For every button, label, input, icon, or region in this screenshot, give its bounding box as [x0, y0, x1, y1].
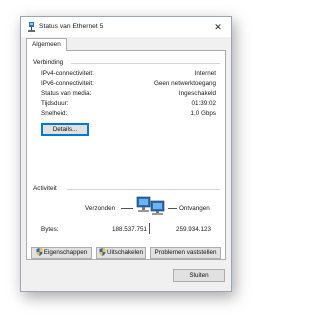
sent-label: Verzonden [85, 205, 116, 212]
speed-label: Snelheid: [41, 110, 68, 117]
ethernet-icon [28, 22, 35, 32]
bytes-received-value: 259.934.123 [175, 226, 211, 233]
activity-group-divider [67, 189, 220, 190]
sent-dash [121, 208, 133, 209]
media-status-value: Ingeschakeld [178, 90, 216, 97]
bytes-sent-value: 188.537.751 [111, 226, 147, 233]
bytes-separator [149, 223, 150, 234]
activity-group-title: Activiteit [33, 185, 57, 192]
window-title: Status van Ethernet 5 [39, 23, 104, 30]
diagnose-button[interactable]: Problemen vaststellen [150, 247, 221, 259]
close-icon: ✕ [214, 22, 222, 32]
bytes-label: Bytes: [41, 226, 59, 233]
media-status-label: Status van media: [41, 90, 92, 97]
speed-value: 1,0 Gbps [190, 110, 216, 117]
network-computers-icon [136, 196, 165, 215]
ipv4-label: IPv4-connectiviteit: [41, 70, 94, 77]
properties-button[interactable]: Eigenschappen [31, 247, 92, 259]
properties-label: Eigenschappen [43, 249, 88, 256]
title-bar[interactable]: Status van Ethernet 5 ✕ [21, 17, 231, 37]
uac-shield-icon [36, 248, 43, 256]
disable-label: Uitschakelen [106, 249, 144, 256]
connection-group-title: Verbinding [33, 59, 64, 66]
uac-shield-icon [99, 248, 106, 256]
connection-group-divider [71, 63, 220, 64]
ipv6-value: Geen netwerktoegang [154, 80, 216, 87]
ipv6-label: IPv6-connectiviteit: [41, 80, 94, 87]
disable-button[interactable]: Uitschakelen [96, 247, 146, 259]
duration-value: 01:39:02 [191, 100, 216, 107]
tab-strip: Algemeen [21, 37, 231, 51]
received-label: Ontvangen [179, 205, 210, 212]
received-dash [168, 208, 177, 209]
ipv4-value: Internet [194, 70, 216, 77]
tab-general[interactable]: Algemeen [26, 38, 67, 51]
close-window-button[interactable]: ✕ [207, 18, 229, 36]
tab-panel-general: Verbinding IPv4-connectiviteit: Internet… [26, 50, 226, 260]
close-button[interactable]: Sluiten [173, 269, 225, 282]
duration-label: Tijdsduur: [41, 100, 69, 107]
details-button[interactable]: Details... [41, 123, 89, 136]
status-dialog: Status van Ethernet 5 ✕ Algemeen Verbind… [20, 16, 232, 292]
